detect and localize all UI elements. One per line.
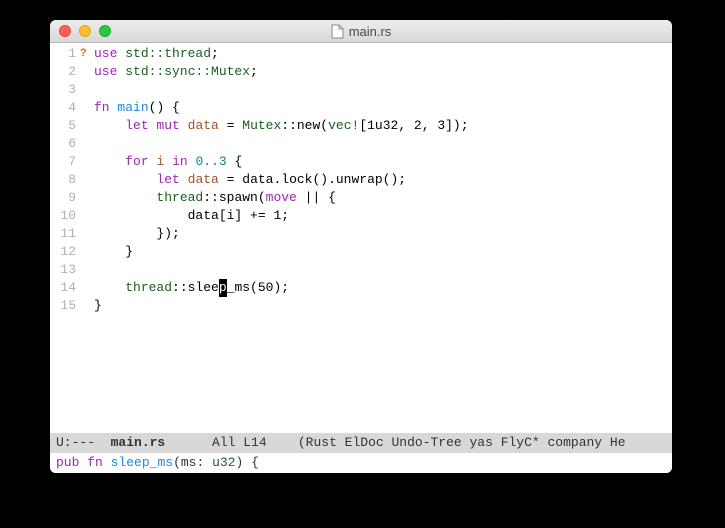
line-number: 3 bbox=[50, 81, 80, 99]
line-number: 5 bbox=[50, 117, 80, 135]
code-line[interactable]: 9 thread::spawn(move || { bbox=[50, 189, 672, 207]
title-text: main.rs bbox=[349, 24, 392, 39]
editor-window: main.rs 1 ? use std::thread; 2 use std::… bbox=[50, 20, 672, 473]
line-number: 11 bbox=[50, 225, 80, 243]
code-line[interactable]: 5 let mut data = Mutex::new(vec![1u32, 2… bbox=[50, 117, 672, 135]
line-number: 6 bbox=[50, 135, 80, 153]
position-indicator: All L14 bbox=[212, 435, 267, 450]
code-line[interactable]: 7 for i in 0..3 { bbox=[50, 153, 672, 171]
buffer-name: main.rs bbox=[111, 435, 166, 450]
line-number: 8 bbox=[50, 171, 80, 189]
code-line[interactable]: 2 use std::sync::Mutex; bbox=[50, 63, 672, 81]
line-number: 9 bbox=[50, 189, 80, 207]
line-number: 12 bbox=[50, 243, 80, 261]
code-line[interactable]: 14 thread::sleep_ms(50); bbox=[50, 279, 672, 297]
line-number: 15 bbox=[50, 297, 80, 315]
file-icon bbox=[331, 24, 344, 39]
code-line[interactable]: 10 data[i] += 1; bbox=[50, 207, 672, 225]
code-line[interactable]: 11 }); bbox=[50, 225, 672, 243]
line-number: 10 bbox=[50, 207, 80, 225]
window-title: main.rs bbox=[50, 24, 672, 39]
line-number: 4 bbox=[50, 99, 80, 117]
editor-body: 1 ? use std::thread; 2 use std::sync::Mu… bbox=[50, 43, 672, 473]
code-line[interactable]: 15 } bbox=[50, 297, 672, 315]
code-area[interactable]: 1 ? use std::thread; 2 use std::sync::Mu… bbox=[50, 43, 672, 433]
code-line[interactable]: 3 bbox=[50, 81, 672, 99]
close-button[interactable] bbox=[59, 25, 71, 37]
line-number: 13 bbox=[50, 261, 80, 279]
warning-marker-icon[interactable]: ? bbox=[80, 45, 94, 63]
traffic-lights bbox=[50, 25, 111, 37]
line-number: 14 bbox=[50, 279, 80, 297]
code-line[interactable]: 13 bbox=[50, 261, 672, 279]
mode-indicators: (Rust ElDoc Undo-Tree yas FlyC* company … bbox=[298, 435, 626, 450]
minibuffer: pub fn sleep_ms(ms: u32) { bbox=[50, 453, 672, 473]
code-line[interactable]: 1 ? use std::thread; bbox=[50, 45, 672, 63]
line-number: 1 bbox=[50, 45, 80, 63]
line-number: 7 bbox=[50, 153, 80, 171]
code-line[interactable]: 4 fn main() { bbox=[50, 99, 672, 117]
titlebar: main.rs bbox=[50, 20, 672, 43]
code-line[interactable]: 6 bbox=[50, 135, 672, 153]
line-number: 2 bbox=[50, 63, 80, 81]
modeline: U:--- main.rs All L14 (Rust ElDoc Undo-T… bbox=[50, 433, 672, 453]
code-line[interactable]: 8 let data = data.lock().unwrap(); bbox=[50, 171, 672, 189]
minimize-button[interactable] bbox=[79, 25, 91, 37]
maximize-button[interactable] bbox=[99, 25, 111, 37]
text-cursor: p bbox=[219, 279, 227, 297]
code-line[interactable]: 12 } bbox=[50, 243, 672, 261]
